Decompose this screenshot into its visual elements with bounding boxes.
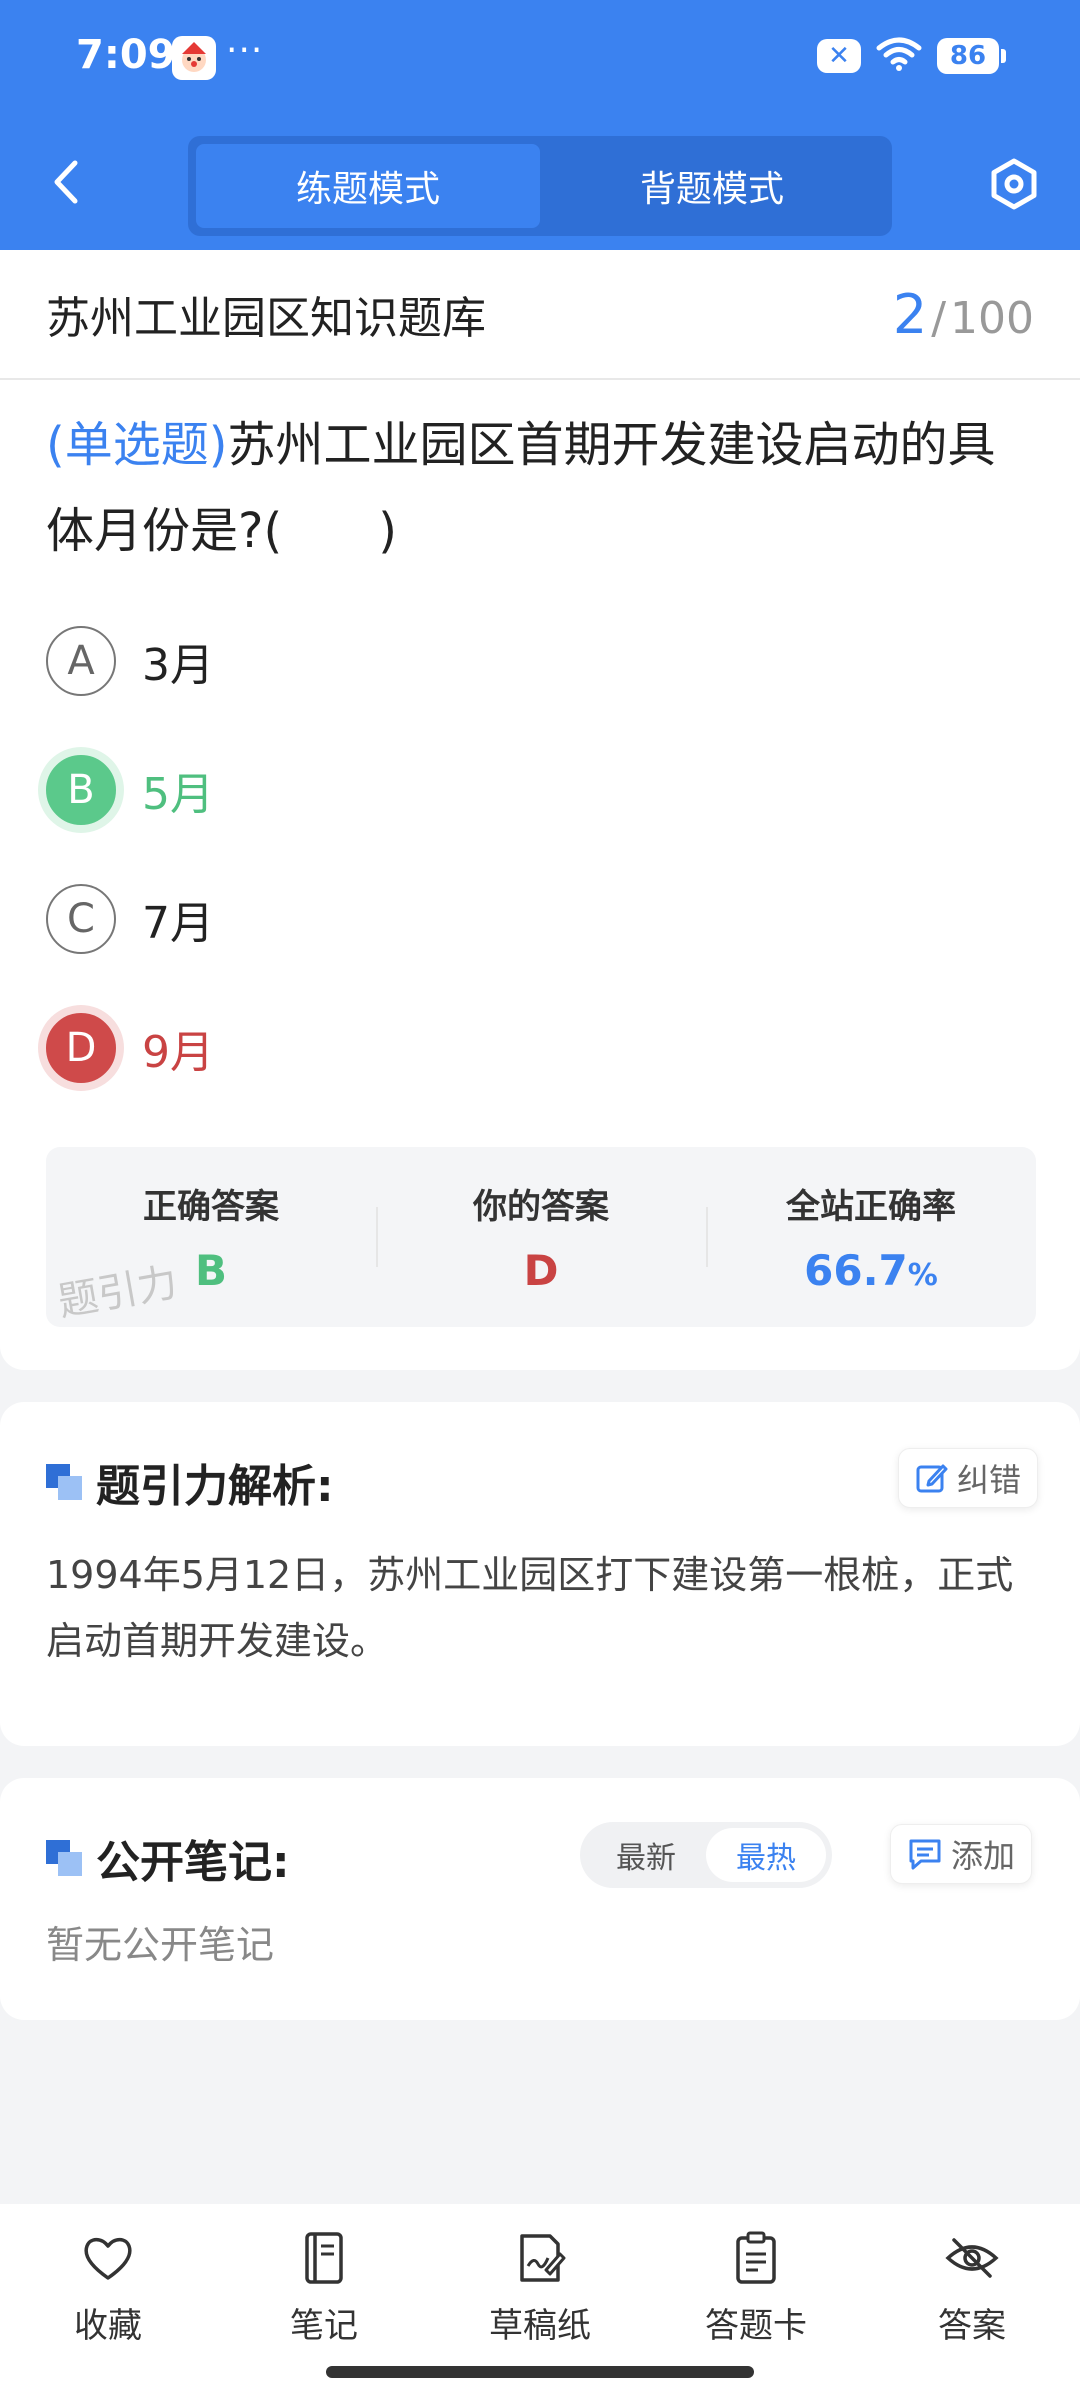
- option-a-letter: A: [46, 625, 116, 696]
- back-arrow-icon: [54, 160, 78, 204]
- your-answer-label: 你的答案: [473, 1187, 609, 1227]
- nav-row: 练题模式 背题模式: [0, 118, 1080, 250]
- battery-indicator: 86: [937, 38, 1006, 74]
- analysis-card: 题引力解析: 纠错 1994年5月12日，苏州工业园区打下建设第一根桩，正式启动…: [0, 1402, 1080, 1746]
- your-answer-col: 你的答案 D: [376, 1147, 706, 1327]
- accuracy-col: 全站正确率 66.7%: [706, 1147, 1036, 1327]
- answer-card-icon: [736, 2231, 776, 2284]
- option-b-letter: B: [46, 754, 116, 825]
- question-progress: 2/100: [893, 283, 1034, 346]
- favorite-label: 收藏: [74, 2306, 142, 2346]
- notes-label: 笔记: [290, 2306, 358, 2346]
- bank-header: 苏州工业园区知识题库 2/100: [0, 250, 1080, 380]
- status-time: 7:09: [76, 32, 176, 78]
- accuracy-number: 66.7: [804, 1246, 908, 1295]
- accuracy-unit: %: [907, 1258, 938, 1293]
- tab-practice-mode[interactable]: 练题模式: [196, 144, 540, 228]
- progress-total: 100: [950, 292, 1034, 344]
- settings-button[interactable]: [984, 154, 1044, 214]
- answer-panel: 正确答案 B 你的答案 D 全站正确率 66.7%: [46, 1147, 1036, 1327]
- option-b-text: 5月: [142, 768, 214, 820]
- report-error-label: 纠错: [957, 1461, 1022, 1499]
- answer-card-label: 答题卡: [705, 2306, 807, 2346]
- notes-title: 公开笔记:: [96, 1837, 290, 1888]
- question-card: 苏州工业园区知识题库 2/100 (单选题)苏州工业园区首期开发建设启动的具体月…: [0, 250, 1080, 1370]
- settings-hexagon-icon: [991, 158, 1037, 210]
- option-a[interactable]: A 3月: [0, 596, 1080, 725]
- home-indicator[interactable]: [326, 2366, 754, 2378]
- draft-paper-label: 草稿纸: [489, 2306, 591, 2346]
- correct-answer-value: B: [194, 1246, 227, 1295]
- notebook-icon: [305, 2232, 343, 2284]
- bank-title: 苏州工业园区知识题库: [46, 293, 486, 344]
- option-c[interactable]: C 7月: [0, 854, 1080, 983]
- status-more-dots: ···: [226, 30, 264, 71]
- edit-icon: [916, 1464, 948, 1493]
- section-squares-icon: [46, 1464, 82, 1500]
- option-c-text: 7月: [142, 897, 214, 949]
- options-list: A 3月 B 5月 C 7月 D 9月: [0, 596, 1080, 1112]
- eye-off-icon: [945, 2238, 999, 2278]
- add-note-label: 添加: [951, 1837, 1016, 1875]
- option-d-text: 9月: [142, 1026, 214, 1078]
- report-error-button[interactable]: 纠错: [898, 1448, 1039, 1508]
- option-d-letter: D: [46, 1012, 116, 1083]
- tab-memorize-mode[interactable]: 背题模式: [540, 144, 884, 228]
- back-button[interactable]: [40, 152, 92, 212]
- status-bar: 7:09 ··· ✕ 86: [0, 0, 1080, 118]
- x-status-icon: ✕: [817, 39, 861, 73]
- accuracy-label: 全站正确率: [786, 1187, 956, 1227]
- option-c-letter: C: [46, 883, 116, 954]
- favorite-button[interactable]: 收藏: [0, 2204, 216, 2400]
- draft-paper-icon: [520, 2234, 566, 2282]
- question-type: (单选题): [46, 417, 228, 473]
- progress-current: 2: [892, 282, 928, 346]
- accuracy-value: 66.7%: [804, 1246, 938, 1295]
- add-note-button[interactable]: 添加: [890, 1824, 1033, 1884]
- show-answer-label: 答案: [938, 2306, 1006, 2346]
- battery-level: 86: [937, 38, 999, 74]
- mode-switch: 练题模式 背题模式: [188, 136, 892, 236]
- sort-latest[interactable]: 最新: [586, 1828, 706, 1882]
- progress-separator: /: [931, 292, 947, 344]
- analysis-header: 题引力解析:: [46, 1450, 334, 1514]
- comment-icon: [909, 1839, 941, 1870]
- sort-hottest[interactable]: 最热: [706, 1828, 826, 1882]
- notes-empty-text: 暂无公开笔记: [46, 1923, 275, 1967]
- battery-tip: [1001, 49, 1006, 63]
- option-b[interactable]: B 5月: [0, 725, 1080, 854]
- section-squares-icon: [46, 1840, 82, 1876]
- your-answer-value: D: [523, 1246, 559, 1295]
- option-d[interactable]: D 9月: [0, 983, 1080, 1112]
- analysis-title: 题引力解析:: [96, 1461, 334, 1512]
- notes-header: 公开笔记:: [46, 1826, 290, 1890]
- analysis-text: 1994年5月12日，苏州工业园区打下建设第一根桩，正式启动首期开发建设。: [46, 1553, 1014, 1663]
- clown-app-icon: [172, 36, 216, 80]
- top-header: 7:09 ··· ✕ 86 练题模式 背题模式: [0, 0, 1080, 250]
- wifi-icon: [875, 36, 923, 76]
- option-a-text: 3月: [142, 639, 214, 691]
- status-right-group: ✕ 86: [817, 36, 1006, 76]
- notes-sort-toggle: 最新 最热: [580, 1822, 832, 1888]
- notes-card: 公开笔记: 最新 最热 添加 暂无公开笔记: [0, 1778, 1080, 2020]
- show-answer-button[interactable]: 答案: [864, 2204, 1080, 2400]
- heart-icon: [84, 2237, 132, 2280]
- correct-answer-label: 正确答案: [143, 1187, 279, 1227]
- question-stem: (单选题)苏州工业园区首期开发建设启动的具体月份是?( ): [0, 380, 1080, 574]
